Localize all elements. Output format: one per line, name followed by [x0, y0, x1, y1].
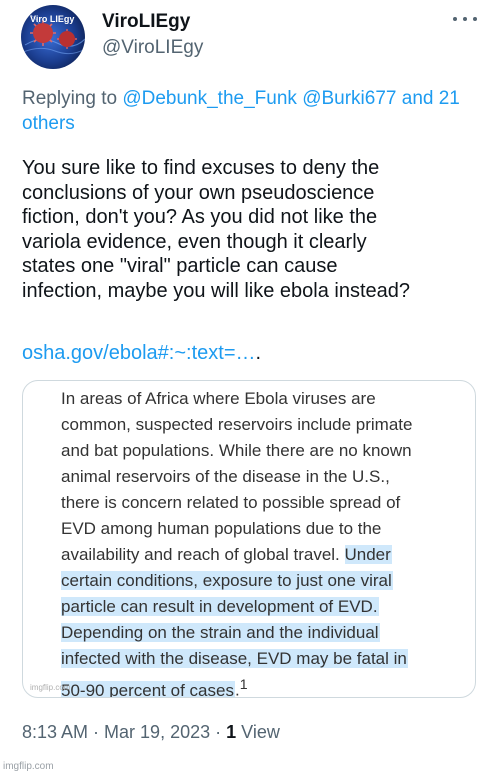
replying-to-prefix: Replying to — [22, 88, 123, 109]
image-text-plain: EVD among human populations due to the — [61, 519, 382, 538]
image-text-highlight: infected with the disease, EVD may be fa… — [61, 649, 408, 668]
image-text-line: Depending on the strain and the individu… — [61, 620, 461, 646]
virus-globe-avatar-icon: Viro LIEgy — [21, 5, 85, 69]
image-text-line: infected with the disease, EVD may be fa… — [61, 646, 461, 672]
mention-link[interactable]: @Burki677 — [302, 88, 396, 109]
image-text-highlight: Depending on the strain and the individu… — [61, 623, 380, 642]
image-text-line: there is concern related to possible spr… — [61, 490, 461, 516]
tweet-line: variola evidence, even though it clearly — [22, 230, 367, 253]
image-text-highlight: certain conditions, exposure to just one… — [61, 571, 393, 590]
footnote-marker: 1 — [239, 677, 248, 693]
dot — [463, 17, 467, 21]
dot — [473, 17, 477, 21]
tweet-line: infection, maybe you will like ebola ins… — [22, 279, 410, 302]
image-text-highlight: particle can result in development of EV… — [61, 597, 379, 616]
tweet-text: You sure like to find excuses to deny th… — [22, 156, 484, 303]
image-text-highlight: 50-90 percent of cases — [61, 680, 235, 698]
image-text-plain: In areas of Africa where Ebola viruses a… — [61, 389, 376, 408]
image-text-highlight: Under — [344, 545, 392, 564]
image-watermark: imgflip.com — [30, 683, 71, 692]
image-text-line: availability and reach of global travel.… — [61, 542, 461, 568]
avatar-label: Viro LIEgy — [30, 14, 74, 24]
tweet-date[interactable]: Mar 19, 2023 — [104, 722, 210, 742]
views-count[interactable]: 1 — [226, 722, 236, 742]
tweet-header: Viro LIEgy ViroLIEgy @ViroLIEgy — [21, 5, 481, 69]
views-label[interactable]: View — [236, 722, 280, 742]
dot — [453, 17, 457, 21]
image-text-plain: animal reservoirs of the disease in the … — [61, 467, 390, 486]
osha-link[interactable]: osha.gov/ebola#:~:text=… — [22, 342, 256, 364]
image-text-line: particle can result in development of EV… — [61, 594, 461, 620]
image-text-plain: common, suspected reservoirs include pri… — [61, 415, 413, 434]
image-text-plain: and bat populations. While there are no … — [61, 441, 412, 460]
more-horizontal-icon[interactable] — [453, 11, 477, 27]
image-text-line: certain conditions, exposure to just one… — [61, 568, 461, 594]
attached-image[interactable]: In areas of Africa where Ebola viruses a… — [22, 380, 476, 698]
tweet-line: conclusions of your own pseudoscience — [22, 181, 375, 204]
replying-to: Replying to @Debunk_the_Funk @Burki677 a… — [22, 86, 482, 136]
image-text-line: EVD among human populations due to the — [61, 516, 461, 542]
display-name[interactable]: ViroLIEgy — [102, 11, 203, 33]
tweet-line: You sure like to find excuses to deny th… — [22, 157, 380, 179]
author-names: ViroLIEgy @ViroLIEgy — [102, 11, 203, 61]
mention-link[interactable]: @Debunk_the_Funk — [122, 88, 297, 109]
link-tail: . — [255, 342, 262, 364]
tweet-line: states one "viral" particle can cause — [22, 255, 338, 277]
image-text-plain: there is concern related to possible spr… — [61, 493, 401, 512]
image-text: In areas of Africa where Ebola viruses a… — [61, 386, 461, 698]
separator: · — [210, 722, 227, 742]
separator: · — [88, 722, 105, 742]
user-handle[interactable]: @ViroLIEgy — [102, 35, 203, 61]
image-text-plain: availability and reach of global travel. — [61, 545, 345, 564]
image-text-line: 50-90 percent of cases.1 — [61, 672, 461, 698]
tweet-meta: 8:13 AM · Mar 19, 2023 · 1 View — [22, 720, 280, 744]
image-text-line: common, suspected reservoirs include pri… — [61, 412, 461, 438]
tweet-link: osha.gov/ebola#:~:text=…. — [22, 340, 261, 366]
image-text-line: and bat populations. While there are no … — [61, 438, 461, 464]
image-text-line: In areas of Africa where Ebola viruses a… — [61, 386, 461, 412]
tweet-time[interactable]: 8:13 AM — [22, 722, 88, 742]
footer-watermark: imgflip.com — [3, 761, 54, 772]
image-text-line: animal reservoirs of the disease in the … — [61, 464, 461, 490]
tweet-line: fiction, don't you? As you did not like … — [22, 206, 378, 228]
avatar[interactable]: Viro LIEgy — [21, 5, 85, 69]
